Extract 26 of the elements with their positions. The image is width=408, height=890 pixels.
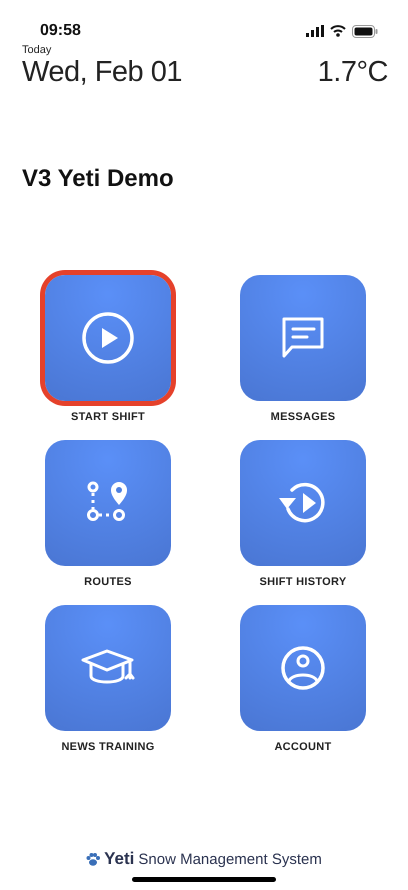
menu-tile[interactable] [240, 275, 366, 401]
account-icon [280, 645, 326, 691]
menu-tile[interactable] [45, 440, 171, 566]
tile-label: ACCOUNT [274, 741, 332, 753]
wifi-icon [330, 25, 346, 37]
page-title: V3 Yeti Demo [22, 165, 175, 193]
status-time: 09:58 [40, 22, 81, 40]
tile-label: ROUTES [84, 576, 132, 588]
date-text: Wed, Feb 01 [22, 56, 182, 89]
menu-tile[interactable] [45, 605, 171, 731]
tile-label: SHIFT HISTORY [259, 576, 347, 588]
temperature-text: 1.7°C [318, 56, 388, 89]
today-label: Today [22, 44, 52, 56]
paw-icon [86, 852, 100, 866]
play-icon [81, 311, 135, 365]
menu-tile[interactable] [240, 605, 366, 731]
menu-tile[interactable] [240, 440, 366, 566]
signal-icon [306, 25, 324, 37]
battery-icon [352, 24, 378, 38]
menu-tile[interactable] [45, 275, 171, 401]
tile-label: NEWS TRAINING [61, 741, 155, 753]
message-icon [281, 316, 325, 360]
tile-label: MESSAGES [270, 411, 336, 423]
brand-tagline: Snow Management System [138, 850, 322, 868]
tile-label: START SHIFT [71, 411, 145, 423]
brand-name: Yeti [104, 849, 134, 869]
